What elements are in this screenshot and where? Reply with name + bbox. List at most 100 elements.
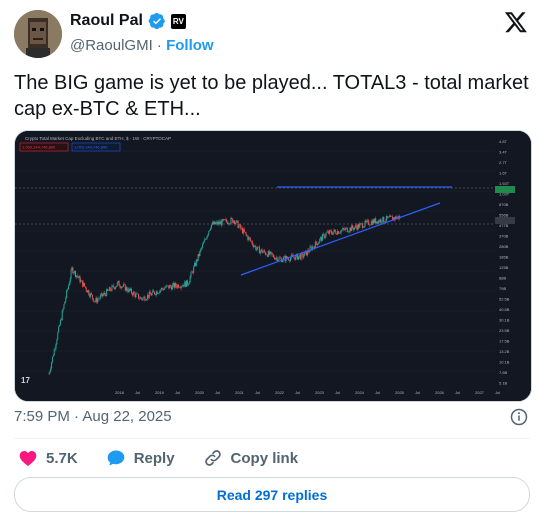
x-axis-tick-label: Jul [375, 390, 380, 395]
candle-body [71, 267, 73, 271]
candle-body [68, 282, 70, 286]
y-axis-tick-label: 1.53T [499, 181, 510, 186]
candle-body [335, 231, 337, 234]
pixel-punk-avatar-icon [14, 10, 62, 58]
candle-body [383, 216, 385, 222]
candle-body [52, 355, 54, 357]
reply-bubble-icon [107, 450, 125, 466]
link-icon [204, 450, 221, 466]
candle-body [152, 290, 154, 293]
candle-body [102, 294, 104, 297]
candle-body [128, 288, 130, 293]
x-axis-tick-label: 2019 [155, 390, 165, 395]
candle-body [349, 227, 351, 232]
avatar[interactable] [14, 10, 62, 58]
candle-body [59, 325, 61, 327]
candle-body [336, 233, 338, 235]
candle-body [207, 234, 209, 237]
candle-body [135, 293, 137, 297]
candle-body [321, 234, 323, 241]
candle-body [350, 227, 352, 231]
candle-body [196, 259, 198, 261]
candle-body [385, 216, 387, 221]
affiliate-badge-icon[interactable]: RV [170, 13, 186, 29]
chart-image[interactable]: Crypto Total Market Cap Excluding BTC an… [14, 130, 532, 402]
candle-body [176, 286, 178, 288]
candle-body [274, 258, 276, 260]
candle-body [58, 326, 60, 333]
candle-body [50, 368, 52, 372]
candle-body [177, 284, 179, 288]
candle-body [374, 218, 376, 223]
candle-body [373, 219, 375, 223]
x-logo-icon[interactable] [504, 10, 528, 34]
copy-link-button[interactable]: Copy link [203, 448, 298, 468]
candle-body [154, 294, 156, 295]
candle-body [217, 221, 219, 225]
y-axis-tick-label: 88B [499, 276, 506, 281]
candle-body [162, 288, 164, 290]
candle-body [361, 223, 363, 228]
reply-button[interactable]: Reply [106, 448, 175, 468]
candle-body [79, 276, 81, 283]
candle-body [243, 229, 245, 232]
candle-body [271, 252, 273, 255]
candle-body [130, 288, 132, 291]
candle-body [139, 297, 141, 299]
candle-body [86, 290, 88, 293]
candle-body [376, 221, 378, 224]
candle-body [314, 241, 316, 249]
candle-body [210, 224, 212, 229]
follow-button[interactable]: Follow [166, 37, 214, 54]
candle-body [346, 227, 348, 233]
candle-body [153, 290, 155, 292]
tradingview-logo-icon: 17 [21, 376, 30, 385]
candle-body [109, 287, 111, 291]
price-right-label: 1,053,144,746,890 [74, 145, 108, 150]
candle-body [223, 219, 225, 221]
candle-body [377, 220, 379, 224]
y-axis-tick-label: 13.2B [499, 349, 510, 354]
candle-body [157, 293, 159, 294]
candle-body [156, 291, 158, 294]
candle-body [101, 293, 103, 297]
candle-body [117, 280, 119, 283]
candle-body [366, 220, 368, 223]
read-replies-button[interactable]: Read 297 replies [14, 477, 530, 512]
candle-body [132, 291, 134, 296]
author-name[interactable]: Raoul Pal [70, 12, 143, 30]
y-axis-tick-label: 125B [499, 265, 509, 270]
candle-body [263, 250, 265, 252]
candle-body [320, 237, 322, 239]
candle-body [356, 226, 358, 230]
candle-body [363, 226, 365, 228]
candle-body [85, 287, 87, 291]
candle-body [352, 225, 354, 229]
candle-body [247, 236, 249, 240]
candle-body [107, 289, 109, 291]
info-icon[interactable] [510, 408, 528, 426]
candle-body [209, 229, 211, 232]
candle-body [264, 250, 266, 253]
candle-body [151, 292, 153, 296]
like-button[interactable]: 5.7K [18, 448, 78, 468]
candle-body [197, 254, 199, 261]
candle-body [330, 230, 332, 234]
candle-body [160, 289, 162, 291]
candle-body [324, 236, 326, 238]
author-handle[interactable]: @RaoulGMI [70, 37, 153, 54]
candle-body [221, 219, 223, 226]
tweet-card: Raoul Pal RV @RaoulGMI · Follow The BIG … [0, 0, 544, 525]
candle-body [200, 248, 202, 251]
candle-body [201, 247, 203, 249]
candle-body [226, 219, 228, 222]
x-axis-tick-label: Jul [455, 390, 460, 395]
candle-body [276, 257, 278, 262]
candle-body [195, 259, 197, 266]
candle-body [69, 278, 71, 283]
candle-body [114, 287, 116, 289]
candle-body [183, 284, 185, 287]
y-axis-tick-label: 870B [499, 202, 509, 207]
tweet-timestamp[interactable]: 7:59 PM · Aug 22, 2025 [14, 408, 172, 425]
candle-body [214, 221, 216, 225]
